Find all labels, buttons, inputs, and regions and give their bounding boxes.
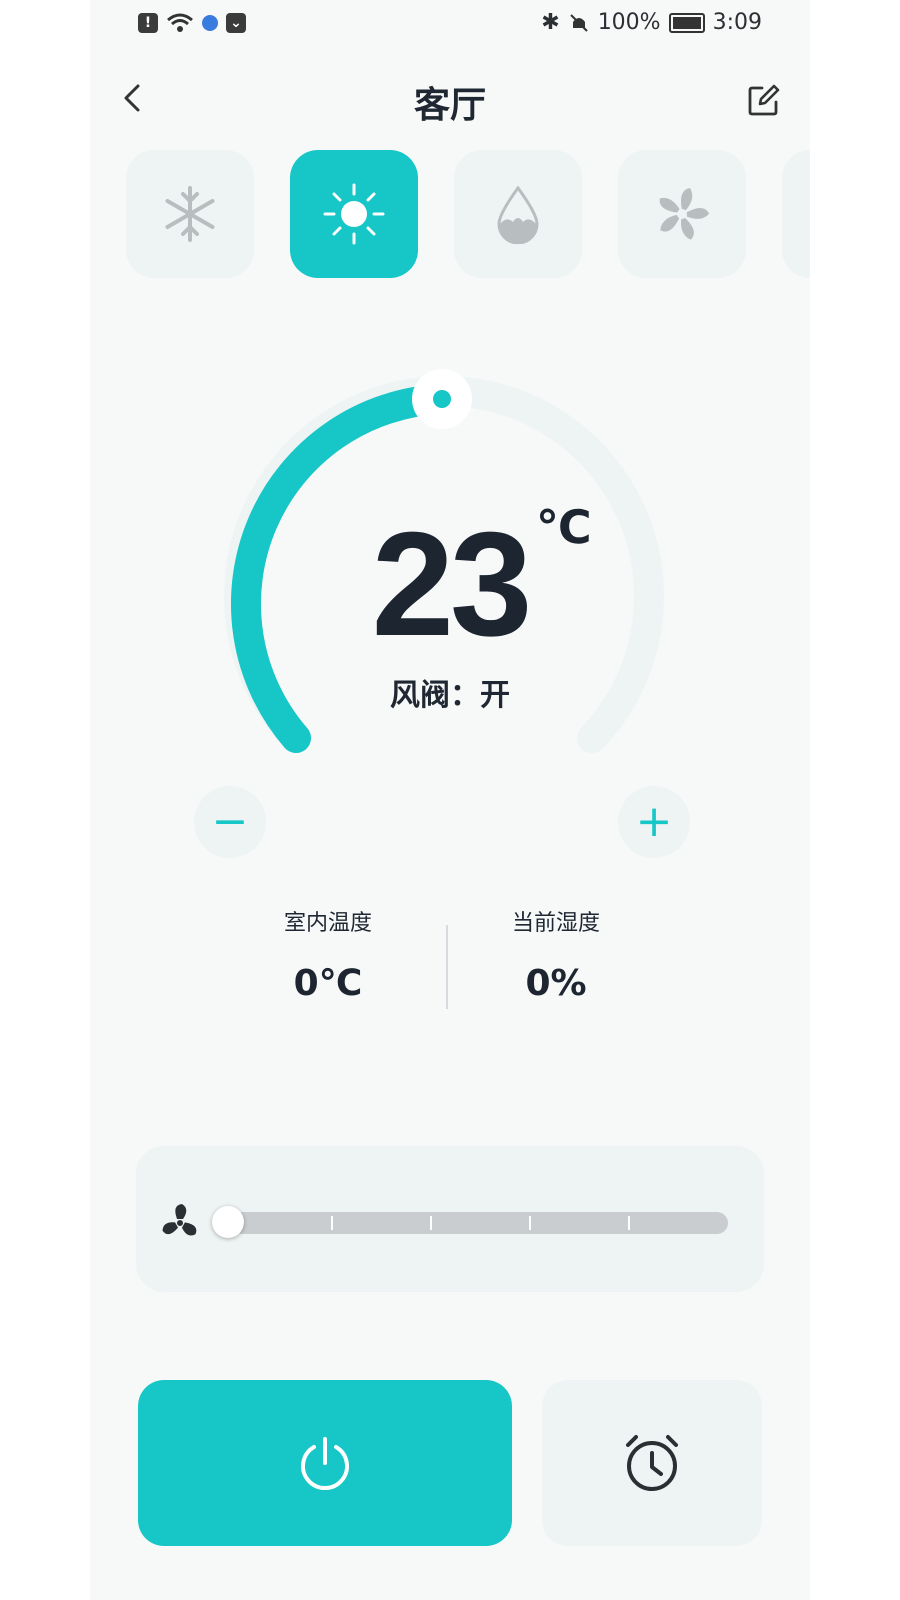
mode-more-button[interactable] <box>782 150 810 278</box>
fan-speed-icon <box>162 1204 197 1236</box>
indoor-temp-value: 0℃ <box>293 963 363 1004</box>
increase-button[interactable]: + <box>618 786 690 858</box>
set-temperature: 23 <box>371 502 533 667</box>
mode-cool-button[interactable] <box>126 150 254 278</box>
humidity-stat: 当前湿度 0% <box>456 905 656 1004</box>
mode-fan-button[interactable] <box>618 150 746 278</box>
battery-percent: 100% <box>597 10 661 35</box>
temperature-readout: 23 ℃ <box>90 500 810 670</box>
mute-icon <box>569 13 588 32</box>
droplet-icon <box>497 185 539 244</box>
battery-icon <box>668 12 705 33</box>
stats-divider <box>446 925 448 1009</box>
indoor-temp-stat: 室内温度 0℃ <box>228 905 428 1004</box>
humidity-label: 当前湿度 <box>511 911 600 936</box>
page-title: 客厅 <box>413 85 486 126</box>
wifi-icon <box>167 13 193 32</box>
valve-status: 风阀：开 <box>390 678 510 713</box>
decrease-button[interactable]: − <box>194 786 266 858</box>
app-notification-icon <box>202 15 218 31</box>
app-screen: ! ⌄ ✱ 100% 3:09 客厅 23 ℃ 风阀：开 − + 室内温度 0℃… <box>90 0 810 1600</box>
temperature-dial[interactable]: 23 ℃ 风阀：开 <box>90 360 810 780</box>
power-button[interactable] <box>138 1380 512 1546</box>
mode-dry-button[interactable] <box>454 150 582 278</box>
snowflake-icon <box>165 186 215 242</box>
humidity-value: 0% <box>525 963 587 1004</box>
edit-icon[interactable] <box>744 80 784 120</box>
mode-selector <box>126 150 810 280</box>
temperature-unit: ℃ <box>536 500 592 554</box>
bluetooth-icon: ✱ <box>541 10 560 35</box>
fan-speed-card <box>136 1146 764 1292</box>
fan-icon <box>659 188 710 240</box>
fan-speed-slider[interactable] <box>232 1212 728 1234</box>
sun-icon <box>323 183 385 245</box>
timer-button[interactable] <box>542 1380 762 1546</box>
fan-speed-thumb[interactable] <box>212 1206 244 1238</box>
alarm-clock-icon <box>626 1435 678 1491</box>
clock: 3:09 <box>712 10 762 35</box>
power-icon <box>301 1437 349 1491</box>
sensor-stats: 室内温度 0℃ 当前湿度 0% <box>90 905 810 1015</box>
indoor-temp-label: 室内温度 <box>283 911 372 936</box>
header: 客厅 <box>90 68 810 132</box>
mode-heat-button[interactable] <box>290 150 418 278</box>
mail-icon: ⌄ <box>226 13 246 33</box>
status-bar: ! ⌄ ✱ 100% 3:09 <box>90 0 810 48</box>
alert-icon: ! <box>138 13 158 33</box>
